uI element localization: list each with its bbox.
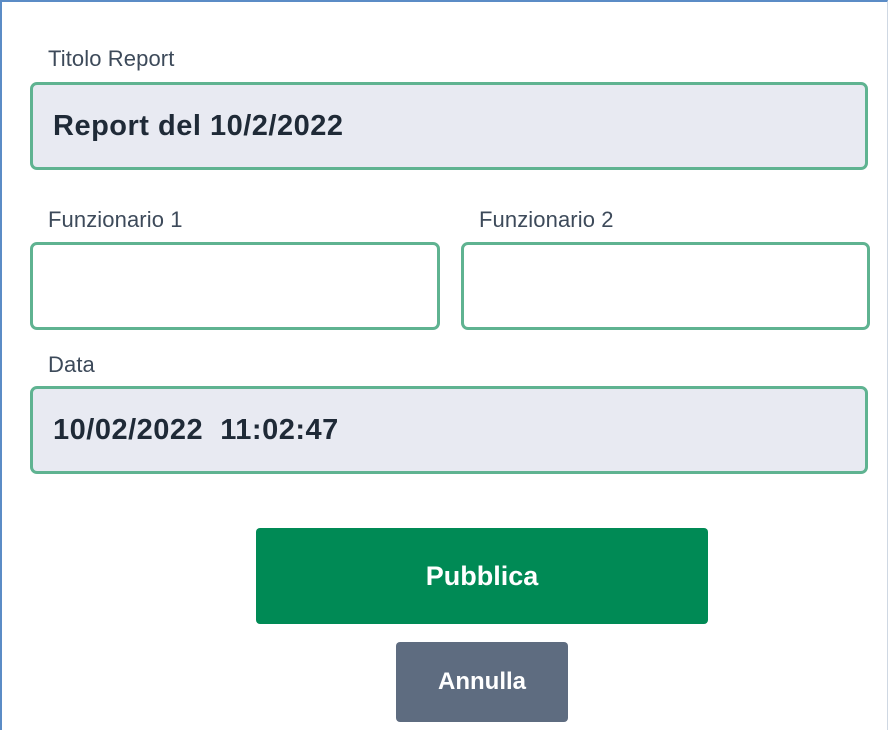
report-title-field[interactable]: Report del 10/2/2022 xyxy=(30,82,868,170)
date-field[interactable]: 10/02/2022 11:02:47 xyxy=(30,386,868,474)
cancel-button[interactable]: Annulla xyxy=(396,642,568,722)
dialog-frame: Titolo Report Report del 10/2/2022 Funzi… xyxy=(0,0,888,730)
funzionario1-label: Funzionario 1 xyxy=(48,207,183,232)
funzionario1-field[interactable] xyxy=(30,242,440,330)
funzionario2-field[interactable] xyxy=(461,242,870,330)
funzionario2-label: Funzionario 2 xyxy=(479,207,614,232)
date-label: Data xyxy=(48,352,95,377)
publish-button[interactable]: Pubblica xyxy=(256,528,708,624)
title-label: Titolo Report xyxy=(48,46,175,71)
